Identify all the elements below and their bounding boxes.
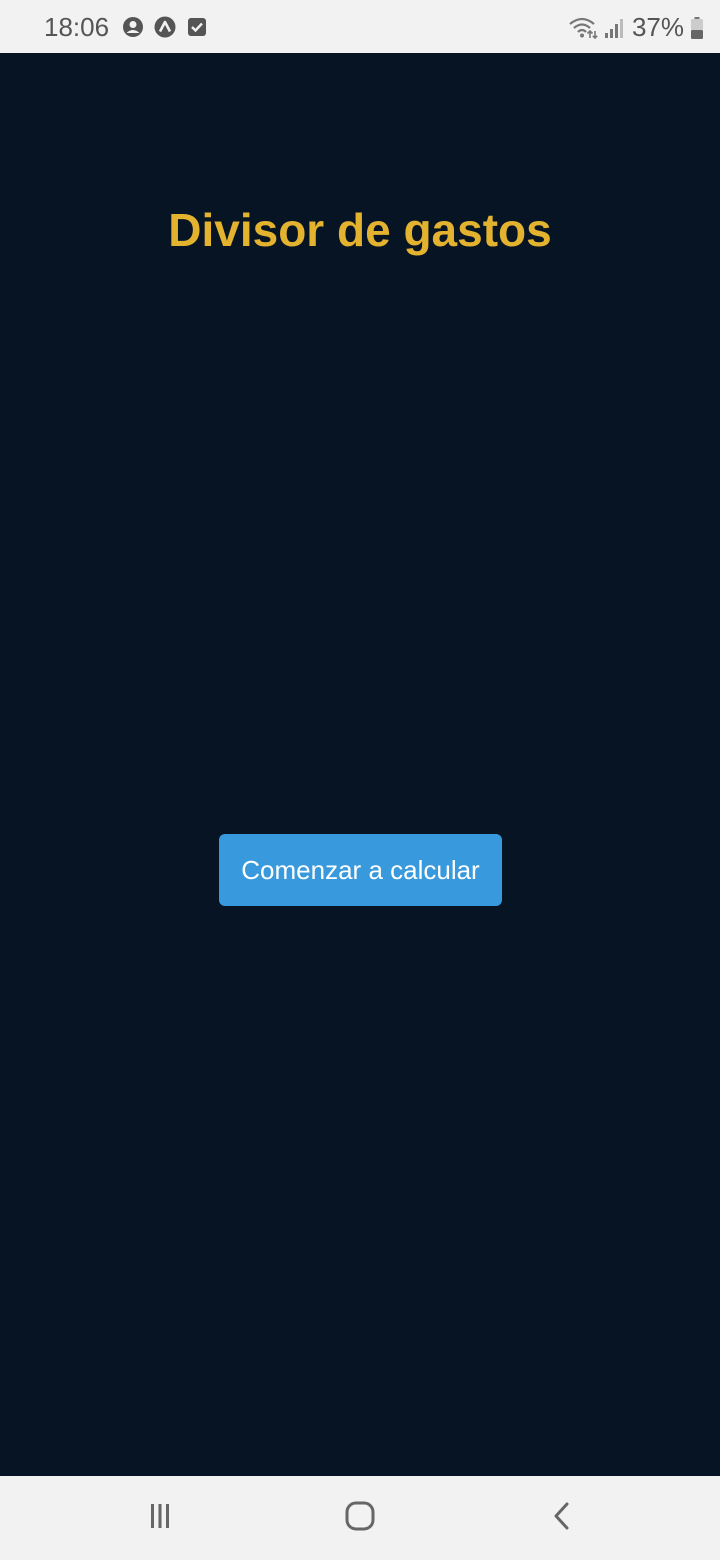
phone-screen: 18:06 37% Divisor de gastos Comenzar a c…: [0, 0, 720, 1560]
status-bar: 18:06 37%: [0, 0, 720, 53]
recent-apps-icon: [145, 1501, 175, 1536]
notification-icons: [122, 16, 208, 38]
arrow-up-circle-icon: [154, 16, 176, 38]
recent-apps-button[interactable]: [138, 1496, 182, 1540]
status-time: 18:06: [44, 12, 110, 42]
battery-percentage: 37%: [631, 12, 684, 42]
page-title: Divisor de gastos: [168, 204, 552, 256]
checkbox-icon: [186, 16, 208, 38]
home-icon: [344, 1500, 376, 1537]
app-content: Divisor de gastos Comenzar a calcular: [0, 53, 720, 1476]
wifi-icon: [568, 16, 598, 40]
back-icon: [547, 1501, 577, 1536]
system-status: 37%: [568, 12, 704, 43]
navigation-bar: [0, 1476, 720, 1560]
start-calculating-button[interactable]: Comenzar a calcular: [219, 834, 502, 906]
account-circle-icon: [122, 16, 144, 38]
back-button[interactable]: [540, 1496, 584, 1540]
battery-icon: [690, 16, 704, 40]
signal-icon: [604, 16, 626, 40]
home-button[interactable]: [338, 1496, 382, 1540]
